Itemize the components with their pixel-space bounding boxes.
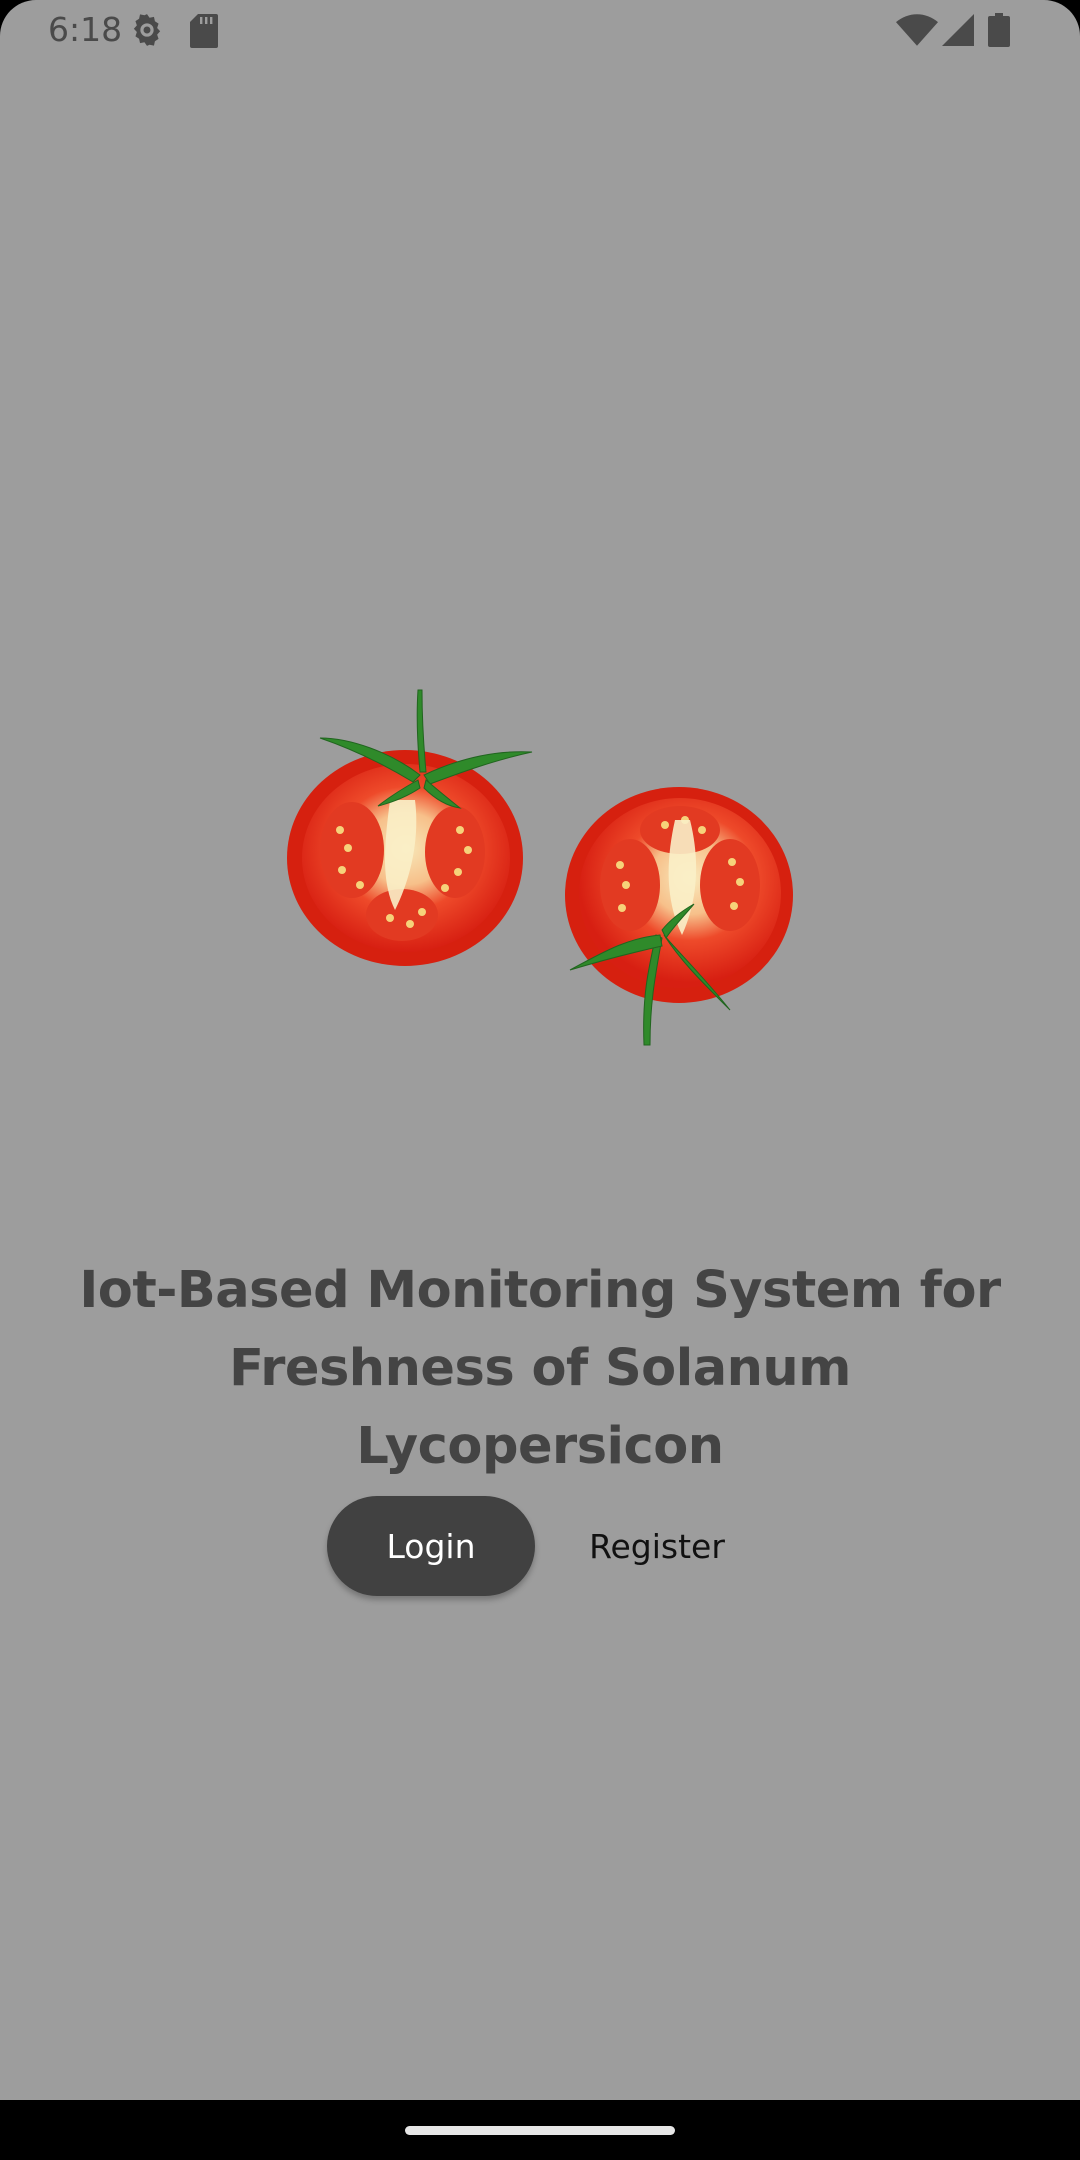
register-button[interactable]: Register [572,1496,742,1596]
app-title-line-1: Iot-Based Monitoring System for [79,1261,1001,1320]
wifi-icon [896,14,938,46]
app-title-line-2: Freshness of Solanum Lycopersicon [229,1339,851,1476]
navigation-bar [0,2100,1080,2160]
left-tomato-half [287,689,533,966]
home-indicator[interactable] [405,2126,675,2135]
tomato-hero-image [287,689,793,1046]
login-button[interactable]: Login [327,1496,535,1596]
sd-card-icon [190,14,218,48]
battery-icon [988,13,1010,47]
right-tomato-half [565,787,793,1046]
signal-icon [942,14,974,46]
app-title: Iot-Based Monitoring System for Freshnes… [40,1252,1040,1486]
app-screen: 6:18 Iot-Based Monitoring System for Fre… [0,0,1080,2100]
status-bar: 6:18 [0,0,1080,62]
status-time: 6:18 [48,10,123,49]
gear-icon [133,14,161,46]
